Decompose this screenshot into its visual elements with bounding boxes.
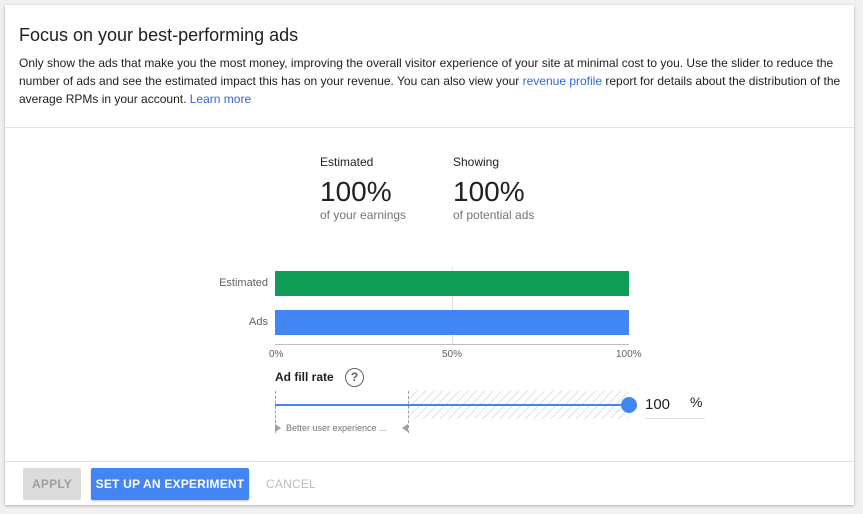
revenue-profile-link[interactable]: revenue profile (523, 74, 602, 88)
showing-ads-metric: Showing 100% of potential ads (453, 155, 534, 222)
estimated-earnings-metric: Estimated 100% of your earnings (320, 155, 406, 222)
metric-caption: of your earnings (320, 208, 407, 222)
metric-value: 100% (320, 176, 392, 207)
slider-track[interactable] (275, 404, 629, 406)
percent-sign: % (690, 394, 703, 410)
arrow-right-icon (275, 424, 281, 432)
ad-fill-rate-label: Ad fill rate (275, 370, 334, 384)
tick-100: 100% (616, 349, 642, 360)
card-header: Focus on your best-performing ads Only s… (5, 5, 854, 128)
bar-label-estimated: Estimated (219, 277, 268, 289)
help-circle-icon[interactable]: ? (345, 368, 364, 387)
apply-button[interactable]: APPLY (23, 468, 81, 500)
tick-50: 50% (442, 349, 463, 360)
bar-label-ads: Ads (249, 316, 268, 328)
ux-boundary-marker (408, 391, 409, 433)
metric-caption: of potential ads (453, 208, 535, 222)
slider-thumb[interactable] (621, 397, 637, 413)
setup-experiment-button[interactable]: SET UP AN EXPERIMENT (91, 468, 249, 500)
metric-value: 100% (453, 176, 525, 207)
card-footer: APPLY SET UP AN EXPERIMENT CANCEL (5, 461, 854, 505)
metric-label: Showing (453, 155, 500, 169)
tick-0: 0% (269, 349, 284, 360)
arrow-left-icon (402, 424, 408, 432)
learn-more-link[interactable]: Learn more (190, 92, 251, 106)
cancel-button[interactable]: CANCEL (261, 468, 321, 500)
page-title: Focus on your best-performing ads (19, 25, 299, 45)
description: Only show the ads that make you the most… (19, 54, 845, 108)
x-axis (275, 344, 629, 345)
ads-focus-card: Focus on your best-performing ads Only s… (5, 5, 854, 505)
metric-label: Estimated (320, 155, 374, 169)
ux-hint: Better user experience ... (286, 423, 387, 433)
bar-estimated (275, 271, 629, 296)
bar-ads (275, 310, 629, 335)
